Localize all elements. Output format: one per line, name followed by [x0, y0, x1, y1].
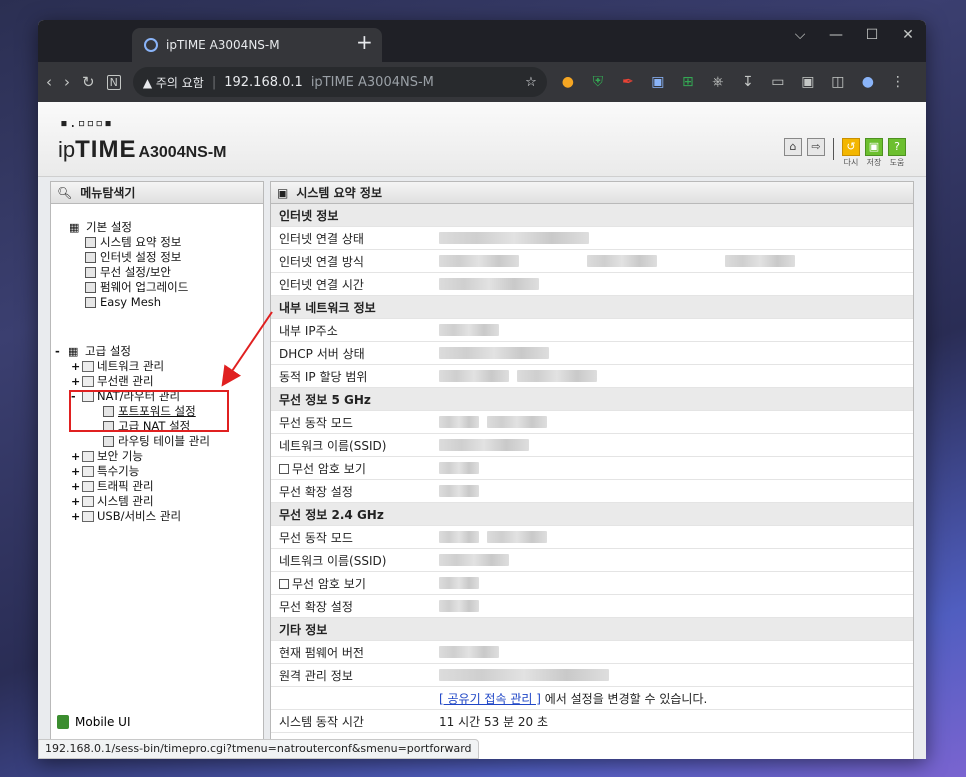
status-bar-url: 192.168.0.1/sess-bin/timepro.cgi?tmenu=n…: [38, 739, 479, 759]
annotation-arrow: [221, 311, 273, 387]
